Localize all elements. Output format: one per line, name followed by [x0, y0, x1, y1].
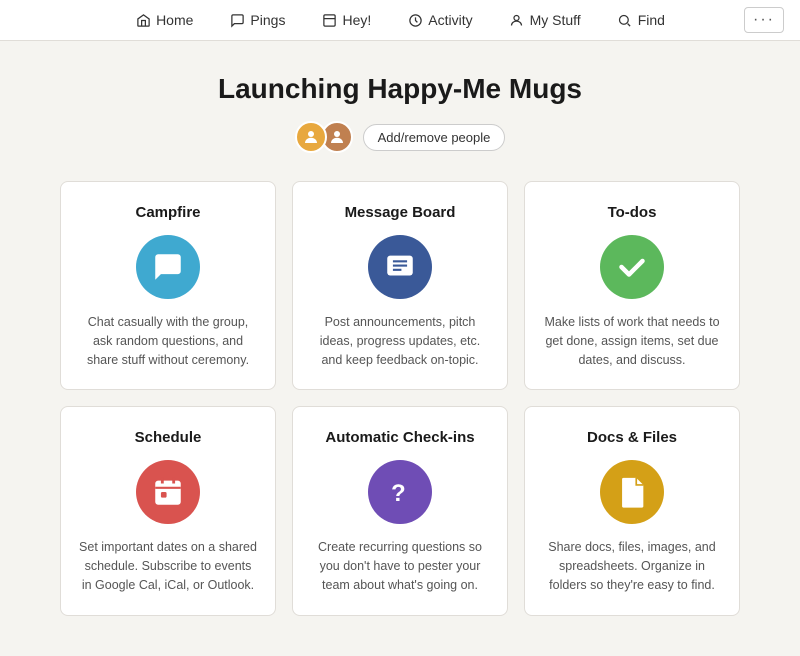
card-schedule-desc: Set important dates on a shared schedule…	[79, 538, 257, 594]
nav-activity-label: Activity	[428, 12, 472, 28]
card-todos-desc: Make lists of work that needs to get don…	[543, 313, 721, 369]
checkins-icon-circle: ?	[368, 460, 432, 524]
add-remove-people-button[interactable]: Add/remove people	[363, 124, 506, 151]
card-todos[interactable]: To-dos Make lists of work that needs to …	[524, 181, 740, 390]
nav-find-label: Find	[638, 12, 665, 28]
find-icon	[617, 12, 633, 28]
card-checkins-title: Automatic Check-ins	[325, 429, 474, 446]
card-todos-title: To-dos	[608, 204, 657, 221]
nav-hey[interactable]: Hey!	[315, 8, 377, 32]
card-campfire-desc: Chat casually with the group, ask random…	[79, 313, 257, 369]
avatar-1	[295, 121, 327, 153]
home-icon	[135, 12, 151, 28]
nav-hey-label: Hey!	[342, 12, 371, 28]
todos-icon-circle	[600, 235, 664, 299]
nav-home-label: Home	[156, 12, 193, 28]
hey-icon	[321, 12, 337, 28]
card-message-board-title: Message Board	[345, 204, 456, 221]
nav-pings[interactable]: Pings	[223, 8, 291, 32]
people-row: Add/remove people	[295, 121, 506, 153]
nav-more-button[interactable]: ···	[744, 7, 784, 33]
nav-mystuff-label: My Stuff	[530, 12, 581, 28]
avatar-group	[295, 121, 353, 153]
card-campfire[interactable]: Campfire Chat casually with the group, a…	[60, 181, 276, 390]
card-docs-files-title: Docs & Files	[587, 429, 677, 446]
card-checkins-desc: Create recurring questions so you don't …	[311, 538, 489, 594]
pings-icon	[229, 12, 245, 28]
activity-icon	[407, 12, 423, 28]
message-board-icon-circle	[368, 235, 432, 299]
svg-text:?: ?	[391, 480, 406, 507]
nav-activity[interactable]: Activity	[401, 8, 478, 32]
nav-mystuff[interactable]: My Stuff	[503, 8, 587, 32]
card-message-board-desc: Post announcements, pitch ideas, progres…	[311, 313, 489, 369]
card-docs-files-desc: Share docs, files, images, and spreadshe…	[543, 538, 721, 594]
mystuff-icon	[509, 12, 525, 28]
page-title: Launching Happy-Me Mugs	[218, 73, 582, 105]
nav-home[interactable]: Home	[129, 8, 199, 32]
card-message-board[interactable]: Message Board Post announcements, pitch …	[292, 181, 508, 390]
nav-pings-label: Pings	[250, 12, 285, 28]
card-schedule[interactable]: Schedule Set important dates on a shared…	[60, 406, 276, 615]
card-schedule-title: Schedule	[135, 429, 202, 446]
card-campfire-title: Campfire	[135, 204, 200, 221]
nav-find[interactable]: Find	[611, 8, 671, 32]
cards-grid: Campfire Chat casually with the group, a…	[60, 181, 740, 616]
card-checkins[interactable]: Automatic Check-ins ? Create recurring q…	[292, 406, 508, 615]
main-content: Launching Happy-Me Mugs Add/remove peopl…	[0, 41, 800, 656]
top-nav: Home Pings Hey! Activity	[0, 0, 800, 41]
schedule-icon-circle	[136, 460, 200, 524]
docs-files-icon-circle	[600, 460, 664, 524]
card-docs-files[interactable]: Docs & Files Share docs, files, images, …	[524, 406, 740, 615]
campfire-icon-circle	[136, 235, 200, 299]
